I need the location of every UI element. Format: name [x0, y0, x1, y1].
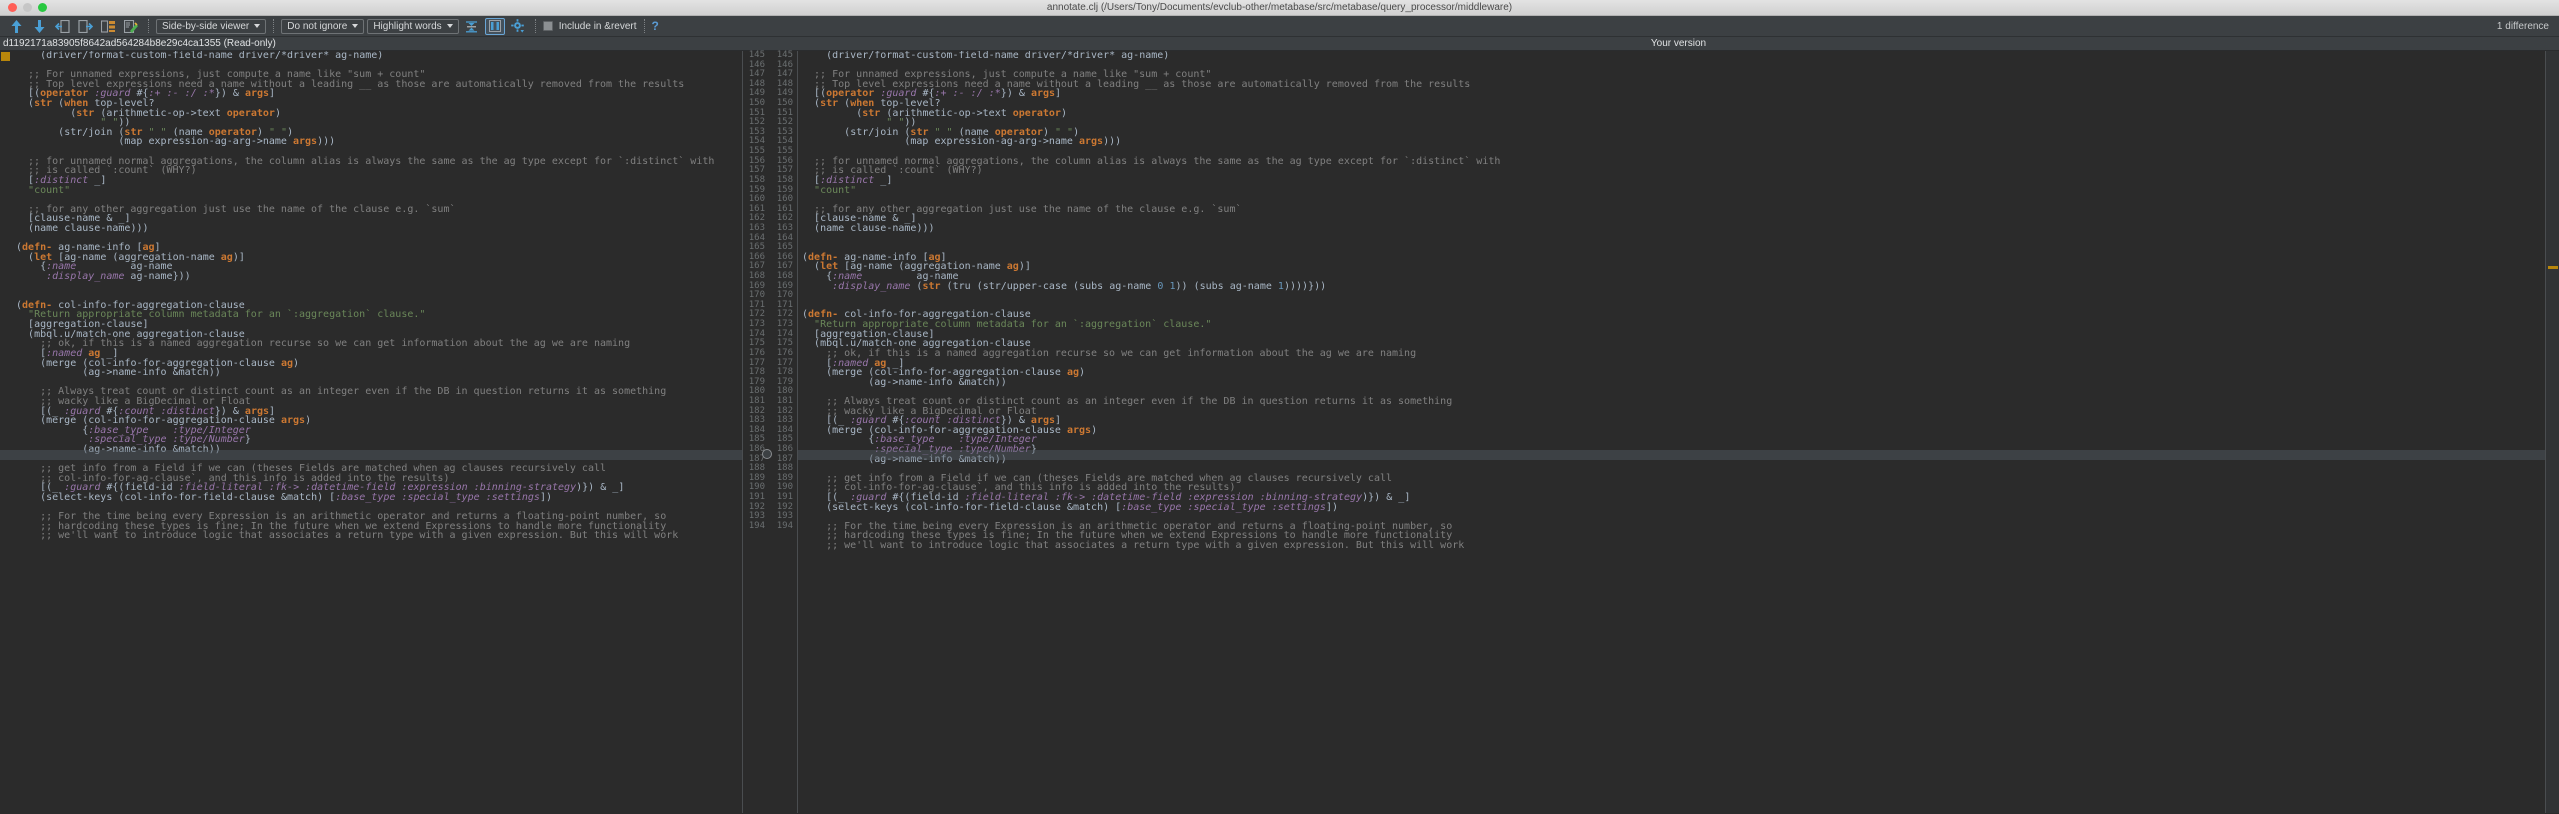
- close-button[interactable]: [8, 3, 17, 12]
- code-line: (driver/format-custom-field-name driver/…: [40, 51, 384, 61]
- accept-left-icon[interactable]: [52, 17, 72, 35]
- code-line: "Return appropriate column metadata for …: [814, 319, 1212, 331]
- highlight-mode-select[interactable]: Highlight words: [367, 18, 459, 34]
- viewer-mode-label: Side-by-side viewer: [162, 20, 250, 32]
- traffic-lights[interactable]: [8, 3, 47, 12]
- code-line: (map expression-ag-arg->name args))): [118, 136, 336, 148]
- code-line: (let [ag-name (aggregation-name ag)]: [814, 261, 1031, 273]
- code-line: ;; ok, if this is a named aggregation re…: [16, 338, 631, 350]
- code-line: [:distinct _]: [814, 174, 893, 186]
- code-line: ;; is called `:count` (WHY?): [16, 165, 197, 177]
- toolbar-separator-1: [148, 19, 149, 33]
- collapse-unchanged-icon[interactable]: [462, 18, 482, 35]
- code-line: (defn- ag-name-info [ag]: [802, 251, 947, 263]
- help-button[interactable]: ?: [652, 19, 659, 33]
- difference-count-label: 1 difference: [2496, 20, 2549, 32]
- chevron-down-icon: [254, 24, 261, 28]
- chevron-down-icon: [446, 24, 453, 28]
- right-diff-pane[interactable]: (driver/format-custom-field-name driver/…: [798, 51, 2545, 813]
- line-number: 194: [748, 520, 765, 531]
- code-line: (ag->name-info &match)): [868, 376, 1007, 388]
- left-code-area[interactable]: (driver/format-custom-field-name driver/…: [12, 51, 742, 813]
- previous-difference-icon[interactable]: [6, 17, 26, 35]
- toolbar-separator-4: [643, 19, 645, 33]
- viewer-mode-select[interactable]: Side-by-side viewer: [156, 18, 267, 34]
- code-line: ;; for any other aggregation just use th…: [802, 203, 1242, 215]
- code-line: [:distinct _]: [28, 174, 107, 186]
- checkbox-box[interactable]: [542, 21, 553, 31]
- gear-icon[interactable]: [508, 17, 528, 35]
- center-gutter: 145 146 147 148 149 150 151 152 153 154 155 156 157 1…: [742, 50, 798, 813]
- left-panel-label: d1192171a83905f8642ad564284b8e29c4ca1355…: [3, 38, 276, 49]
- code-line: (name clause-name))): [814, 222, 935, 234]
- next-difference-icon[interactable]: [29, 17, 49, 35]
- code-line: "count": [28, 184, 71, 196]
- diff-overview-scrollbar[interactable]: [2545, 51, 2559, 813]
- code-line: ;; for unnamed normal aggregations, the …: [802, 155, 1501, 167]
- code-line: [(operator :guard #{:+ :- :/ :*}) & args…: [814, 88, 1062, 100]
- code-line: (name clause-name))): [28, 222, 149, 234]
- chevron-down-icon: [352, 24, 359, 28]
- code-line: (select-keys (col-info-for-field-clause …: [40, 492, 552, 504]
- change-marker[interactable]: [1, 52, 10, 61]
- left-diff-pane[interactable]: (driver/format-custom-field-name driver/…: [0, 51, 742, 813]
- code-line: ;; we'll want to introduce logic that as…: [802, 540, 1465, 552]
- code-line: (map expression-ag-arg->name args))): [904, 136, 1122, 148]
- right-line-numbers: 145 146 147 148 149 150 151 152 153 154 155 156 157 1…: [770, 50, 798, 813]
- code-line: :display_name (str (tru (str/upper-case …: [832, 280, 1327, 292]
- right-code-area[interactable]: (driver/format-custom-field-name driver/…: [798, 51, 2545, 813]
- include-in-revert-label: Include in &revert: [558, 20, 637, 32]
- code-line: (ag->name-info &match)): [82, 443, 221, 455]
- code-line: ;; is called `:count` (WHY?): [802, 165, 983, 177]
- line-number: 194: [776, 520, 793, 531]
- window-title: annotate.clj (/Users/Tony/Documents/evcl…: [1046, 1, 1513, 13]
- maximize-button[interactable]: [38, 3, 47, 12]
- window-titlebar: annotate.clj (/Users/Tony/Documents/evcl…: [0, 0, 2559, 16]
- edit-file-icon[interactable]: [121, 17, 141, 35]
- panel-label-row: d1192171a83905f8642ad564284b8e29c4ca1355…: [0, 37, 2559, 51]
- code-line: "count": [814, 184, 857, 196]
- code-line: (select-keys (col-info-for-field-clause …: [826, 501, 1338, 513]
- diff-toolbar: Side-by-side viewer Do not ignore Highli…: [0, 16, 2559, 37]
- code-line: (ag->name-info &match)): [868, 453, 1007, 465]
- code-line: (merge (col-info-for-aggregation-clause …: [826, 424, 1098, 436]
- code-line: ;; Always treat count or distinct count …: [802, 395, 1453, 407]
- minimize-button[interactable]: [23, 3, 32, 12]
- right-panel-label: Your version: [1650, 38, 1707, 49]
- code-line: :special_type :type/Number}: [874, 443, 1037, 455]
- code-line: :display_name ag-name})): [46, 271, 191, 283]
- code-line: ;; we'll want to introduce logic that as…: [16, 530, 679, 542]
- include-in-revert-checkbox[interactable]: Include in &revert: [542, 20, 637, 32]
- code-line: (merge (col-info-for-aggregation-clause …: [826, 367, 1086, 379]
- code-line: (ag->name-info &match)): [82, 367, 221, 379]
- code-line: [clause-name & _]: [814, 213, 917, 225]
- code-line: ;; ok, if this is a named aggregation re…: [802, 347, 1417, 359]
- ignore-mode-select[interactable]: Do not ignore: [281, 18, 365, 34]
- code-line: (driver/format-custom-field-name driver/…: [826, 51, 1170, 61]
- code-line: {:base_type :type/Integer: [868, 434, 1037, 446]
- accept-right-icon[interactable]: [75, 17, 95, 35]
- left-change-marker-column: [0, 51, 12, 813]
- toolbar-separator-3: [534, 19, 536, 33]
- ignore-mode-label: Do not ignore: [287, 20, 348, 32]
- left-line-numbers: 145 146 147 148 149 150 151 152 153 154 155 156 157 1…: [742, 50, 770, 813]
- synchronize-panes-icon[interactable]: [484, 17, 505, 35]
- overview-change-tick[interactable]: [2548, 266, 2558, 269]
- code-line: [aggregation-clause]: [814, 328, 935, 340]
- compare-files-icon[interactable]: [98, 17, 118, 35]
- highlight-mode-label: Highlight words: [373, 20, 442, 32]
- toolbar-separator-2: [273, 19, 275, 33]
- code-line: (str (arithmetic-op->text operator): [856, 107, 1067, 119]
- diff-body: (driver/format-custom-field-name driver/…: [0, 50, 2559, 813]
